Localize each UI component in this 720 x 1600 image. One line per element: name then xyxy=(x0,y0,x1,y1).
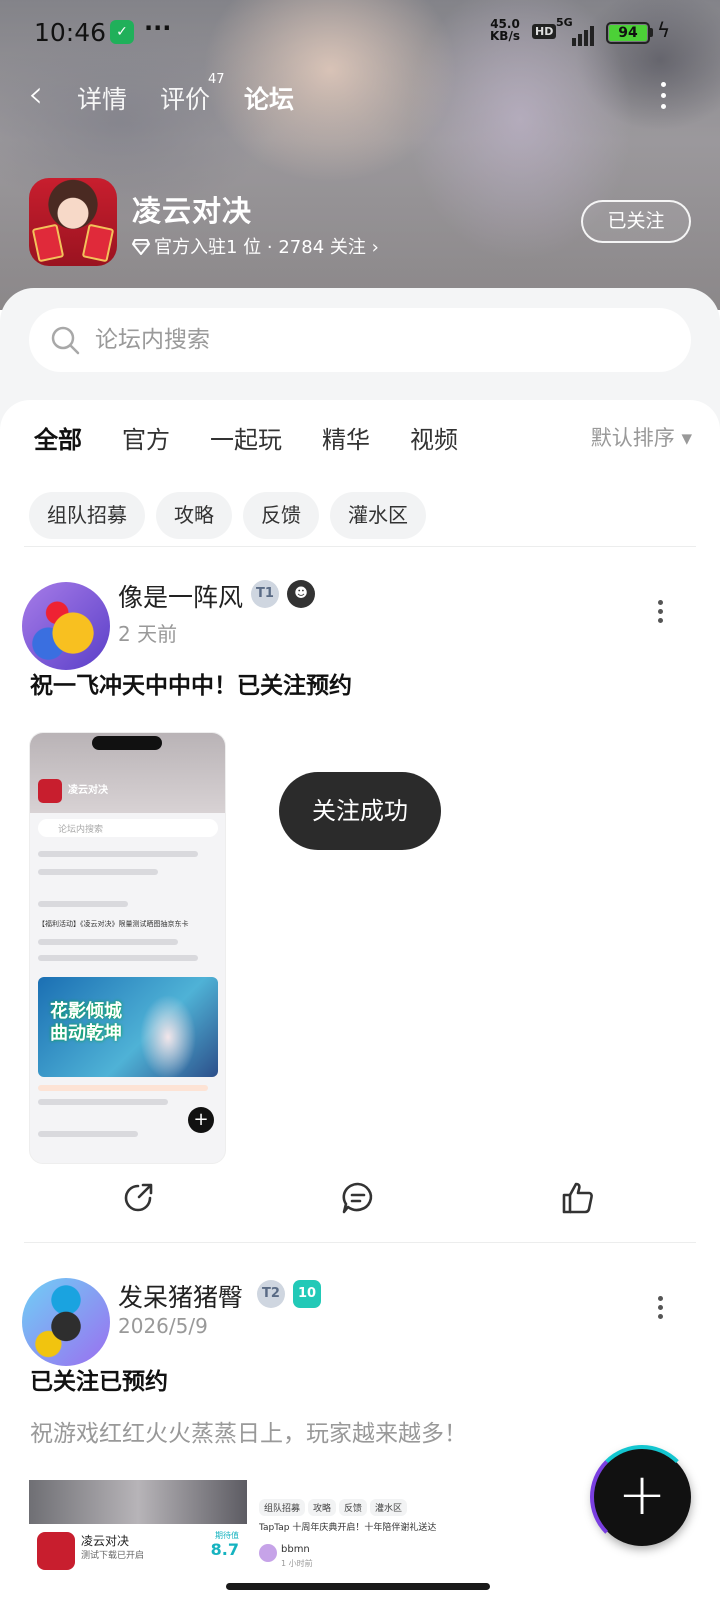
sort-dropdown[interactable]: 默认排序 ▾ xyxy=(591,422,692,452)
screenshot-search-text: 论坛内搜索 xyxy=(58,825,104,835)
tab-featured[interactable]: 精华 xyxy=(322,420,370,455)
chip-team-recruit[interactable]: 组队招募 xyxy=(29,492,145,539)
post-actions xyxy=(0,1182,720,1236)
post-menu-icon[interactable] xyxy=(658,600,664,627)
tab-reviews[interactable]: 评价 xyxy=(160,80,210,116)
achievement-badge-icon: ☻ xyxy=(287,580,315,608)
post-time: 2026/5/9 xyxy=(118,1314,208,1338)
post-screenshot-image[interactable]: 凌云对决 论坛内搜索 【福利活动】《凌云对决》限量测试晒图抽京东卡 花影倾城 曲… xyxy=(29,732,226,1164)
post-title[interactable]: 已关注已预约 xyxy=(30,1362,168,1396)
comment-icon[interactable] xyxy=(340,1180,376,1216)
screenshot-app-name: 凌云对决 xyxy=(68,785,108,796)
shield-icon: ✓ xyxy=(110,20,134,44)
more-options-icon[interactable] xyxy=(661,82,666,115)
battery-icon: 94 xyxy=(606,22,650,44)
more-notifications-icon: ··· xyxy=(144,14,172,42)
home-indicator[interactable] xyxy=(226,1583,490,1590)
battery-level: 94 xyxy=(609,25,647,41)
hd-icon: HD xyxy=(532,24,557,39)
share-icon[interactable] xyxy=(120,1180,156,1216)
post-username[interactable]: 发呆猪猪臀 xyxy=(118,1278,243,1314)
post-time: 2 天前 xyxy=(118,622,178,646)
tab-video[interactable]: 视频 xyxy=(410,420,458,455)
game-meta[interactable]: 官方入驻1 位 · 2784 关注 › xyxy=(131,233,379,259)
image-app-name: 凌云对决 xyxy=(81,1534,130,1548)
chip-feedback[interactable]: 反馈 xyxy=(243,492,319,539)
review-count-badge: 47 xyxy=(208,72,225,87)
like-icon[interactable] xyxy=(560,1180,596,1216)
image-subtitle: 测试下载已开启 xyxy=(81,1551,145,1561)
tab-official[interactable]: 官方 xyxy=(122,420,170,455)
image-username: bbmn xyxy=(281,1544,310,1555)
avatar[interactable] xyxy=(22,1278,110,1366)
search-input[interactable] xyxy=(95,308,655,372)
divider xyxy=(24,546,696,547)
image-score: 8.7 xyxy=(210,1540,239,1559)
level-badge: T2 xyxy=(257,1280,285,1308)
signal-icon xyxy=(558,18,598,46)
charging-icon: ϟ xyxy=(657,18,671,42)
post-image-left[interactable]: 凌云对决 测试下载已开启 期待值 8.7 xyxy=(29,1480,247,1600)
post-body[interactable]: 祝游戏红红火火蒸蒸日上，玩家越来越多！ xyxy=(30,1414,467,1448)
back-icon[interactable]: ‹ xyxy=(28,75,43,113)
following-button[interactable]: 已关注 xyxy=(581,200,691,243)
category-chips: 组队招募 攻略 反馈 灌水区 xyxy=(29,492,437,539)
search-icon xyxy=(51,326,80,355)
screenshot-banner-text: 花影倾城 曲动乾坤 xyxy=(50,1001,122,1044)
screenshot-post-title: 【福利活动】《凌云对决》限量测试晒图抽京东卡 xyxy=(38,920,189,928)
achievement-badge: 10 xyxy=(293,1280,321,1308)
chip-chat[interactable]: 灌水区 xyxy=(330,492,426,539)
tab-play-together[interactable]: 一起玩 xyxy=(210,420,282,455)
post-username[interactable]: 像是一阵风 xyxy=(118,578,243,614)
post-title[interactable]: 祝一飞冲天中中中！已关注预约 xyxy=(30,666,352,700)
image-post-line: TapTap 十周年庆典开启！十年陪伴谢礼送达 xyxy=(259,1523,437,1533)
level-badge: T1 xyxy=(251,580,279,608)
top-nav: ‹ 详情 评价 47 论坛 xyxy=(0,72,720,122)
status-time: 10:46 xyxy=(34,18,107,47)
diamond-icon xyxy=(131,239,151,256)
tab-all[interactable]: 全部 xyxy=(34,420,82,459)
network-speed: 45.0 KB/s xyxy=(490,17,520,43)
tab-details[interactable]: 详情 xyxy=(77,80,127,116)
forum-search-bar[interactable] xyxy=(29,308,691,372)
post-menu-icon[interactable] xyxy=(658,1296,664,1323)
tab-forum[interactable]: 论坛 xyxy=(244,80,294,118)
filter-tabs: 全部 官方 一起玩 精华 视频 默认排序 ▾ xyxy=(0,400,720,470)
chip-guides[interactable]: 攻略 xyxy=(156,492,232,539)
post-image-right[interactable]: 组队招募 攻略 反馈 灌水区 TapTap 十周年庆典开启！十年陪伴谢礼送达 bbmn… xyxy=(253,1480,453,1600)
avatar[interactable] xyxy=(22,582,110,670)
game-icon[interactable] xyxy=(29,178,117,266)
new-post-button[interactable]: + xyxy=(590,1445,694,1549)
official-and-followers: 官方入驻1 位 · 2784 关注 › xyxy=(154,237,379,258)
game-name: 凌云对决 xyxy=(132,194,253,228)
image-time: 1 小时前 xyxy=(281,1559,313,1568)
divider xyxy=(24,1242,696,1243)
status-bar: 10:46 ✓ ··· 45.0 KB/s HD 5G 94 ϟ xyxy=(0,14,720,54)
toast-message: 关注成功 xyxy=(279,772,441,850)
